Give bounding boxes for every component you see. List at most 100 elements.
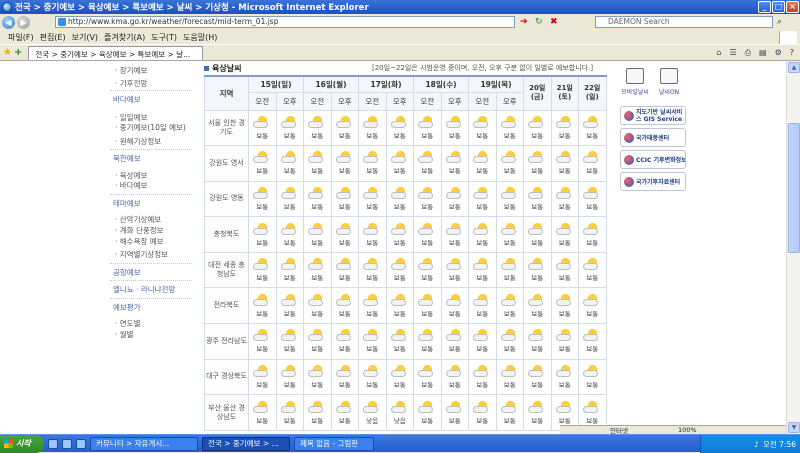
task-paint[interactable]: 제목 없음 - 그림판 (294, 436, 374, 451)
nav-category[interactable]: 북한예보 (113, 153, 141, 164)
forecast-cell: 보통 (275, 145, 304, 182)
tools-menu-icon[interactable]: ⚙ (775, 48, 782, 58)
page-icon (58, 18, 66, 26)
partly-cloudy-icon (418, 400, 436, 414)
maximize-button[interactable]: □ (772, 1, 785, 13)
nav-link[interactable]: · 바다예보 (115, 180, 147, 191)
forecast-cell: 보통 (248, 180, 277, 218)
ccic-logo-icon (624, 154, 634, 165)
quicklaunch-media-icon[interactable] (76, 438, 86, 449)
forecast-cell: 보통 (358, 287, 387, 325)
forecast-cell: 보통 (358, 358, 387, 396)
volume-icon[interactable]: ♪ (754, 440, 759, 449)
taskbar: 시작 커뮤니티 > 자유게시... 전국 > 중기예보 > ... 제목 없음 … (0, 434, 800, 453)
window-title: 전국 > 중기예보 > 육상예보 > 특보예보 > 날씨 > 기상청 - Mic… (15, 3, 369, 13)
weather-label: 보통 (421, 274, 434, 283)
gis-service-banner[interactable]: 지도기반 날씨서비스 GIS Service (620, 106, 686, 125)
forward-icon[interactable]: ▶ (17, 15, 30, 29)
vertical-scrollbar[interactable]: ▲ ▼ (786, 61, 800, 434)
add-favorite-icon[interactable]: + (14, 47, 22, 58)
nav-link[interactable]: · 월별 (115, 329, 134, 340)
partly-cloudy-icon (363, 258, 381, 271)
help-icon[interactable]: ? (790, 48, 794, 58)
climate-data-logo-icon (624, 176, 634, 187)
typhoon-center-banner[interactable]: 국가태풍센터 (620, 128, 686, 147)
weather-label: 보통 (393, 309, 406, 318)
nav-link[interactable]: · 계화 단풍정보 (115, 225, 164, 236)
forecast-cell: 보통 (578, 145, 607, 182)
page-menu-icon[interactable]: ▤ (759, 48, 767, 58)
menu-help[interactable]: 도움말(H) (183, 32, 217, 43)
minimize-button[interactable]: _ (758, 1, 771, 13)
print-icon[interactable]: ⎙ (745, 48, 751, 58)
weather-label: 보통 (531, 416, 544, 425)
menu-edit[interactable]: 편집(E) (40, 32, 66, 43)
nav-divider (110, 90, 192, 91)
nav-category[interactable]: 공항예보 (113, 267, 141, 278)
zoom-level[interactable]: 100% (678, 426, 697, 434)
close-button[interactable]: × (786, 1, 799, 13)
weather-label: 보통 (421, 309, 434, 318)
nav-link[interactable]: · 원해기상정보 (115, 136, 161, 147)
nav-category[interactable]: 테마예보 (113, 198, 141, 209)
window-title-bar[interactable]: 전국 > 중기예보 > 육상예보 > 특보예보 > 날씨 > 기상청 - Mic… (0, 0, 800, 14)
task-community[interactable]: 커뮤니티 > 자유게시... (90, 436, 198, 451)
am-header: 오전 (358, 91, 387, 111)
scroll-down-icon[interactable]: ▼ (788, 422, 800, 433)
nav-link[interactable]: · 지역별기상정보 (115, 249, 168, 260)
nav-category[interactable]: 바다예보 (113, 94, 141, 105)
climate-change-banner[interactable]: CCIC 기후변화정보센터 (620, 150, 686, 169)
partly-cloudy-icon (473, 151, 491, 164)
address-bar[interactable]: http://www.kma.go.kr/weather/forecast/mi… (55, 16, 515, 28)
partly-cloudy-icon (583, 222, 601, 236)
nav-link[interactable]: · 기후전망 (115, 78, 147, 89)
weather-label: 보통 (503, 309, 516, 318)
menu-favorites[interactable]: 즐겨찾기(A) (104, 32, 145, 43)
weather-on-link[interactable]: 날씨ON (654, 65, 684, 105)
nav-link[interactable]: · 중기예보(10일 예보) (115, 122, 186, 133)
region-header: 지역 (204, 75, 249, 111)
weather-label: 보통 (256, 167, 269, 176)
menu-tools[interactable]: 도구(T) (151, 32, 177, 43)
nav-link[interactable]: · 해수욕장 예보 (115, 236, 164, 247)
am-header: 오전 (248, 91, 277, 111)
menu-view[interactable]: 보기(V) (72, 32, 98, 43)
task-kma[interactable]: 전국 > 중기예보 > ... (202, 436, 290, 451)
partly-cloudy-icon (445, 364, 464, 378)
mobile-weather-link[interactable]: 모바일날씨 (620, 65, 650, 105)
forecast-cell: 보통 (523, 394, 552, 431)
scroll-thumb[interactable] (788, 123, 800, 253)
feeds-icon[interactable]: ☰ (729, 48, 736, 58)
partly-cloudy-icon (583, 115, 601, 129)
forecast-cell: 보통 (523, 358, 552, 396)
partly-cloudy-icon (418, 186, 436, 200)
go-icon[interactable]: ➔ (520, 17, 528, 27)
nav-category[interactable]: 엘니뇨 · 라니냐전망 (113, 284, 175, 295)
scroll-up-icon[interactable]: ▲ (788, 62, 800, 73)
nav-link[interactable]: · 산악기상예보 (115, 214, 161, 225)
start-button[interactable]: 시작 (0, 434, 44, 453)
favorites-star-icon[interactable]: ★ (3, 47, 12, 58)
partly-cloudy-icon (308, 151, 326, 164)
menu-file[interactable]: 파일(F) (8, 32, 34, 43)
browser-tab[interactable]: 전국 > 중기예보 > 육상예보 > 특보예보 > 날... (28, 45, 204, 60)
stop-icon[interactable]: ✖ (550, 17, 558, 27)
search-icon[interactable]: ⌕ (777, 17, 782, 27)
forecast-cell: 보통 (440, 394, 469, 431)
nav-link[interactable]: · 연도별 (115, 318, 140, 329)
back-icon[interactable]: ◀ (2, 15, 15, 29)
partly-cloudy-icon (335, 293, 354, 307)
forecast-cell: 보통 (385, 323, 414, 360)
climate-data-banner[interactable]: 국가기후자료센터 (620, 172, 686, 191)
nav-link[interactable]: · 장기예보 (115, 65, 147, 76)
region-row: 강원도 영서 보통 보통 보통 보통 보통 보통 보통 보통 보통 보통 보통 보통 보통 (204, 145, 607, 182)
quicklaunch-ie-icon[interactable] (48, 438, 58, 449)
home-icon[interactable]: ⌂ (716, 48, 721, 58)
forecast-cell: 보통 (303, 145, 332, 182)
refresh-icon[interactable]: ↻ (535, 17, 543, 27)
search-input[interactable]: DAEMON Search (595, 16, 773, 28)
weather-label: 보통 (283, 345, 296, 354)
nav-category[interactable]: 예보평가 (113, 302, 141, 313)
quicklaunch-desktop-icon[interactable] (62, 438, 72, 449)
typhoon-logo-icon (624, 132, 634, 143)
